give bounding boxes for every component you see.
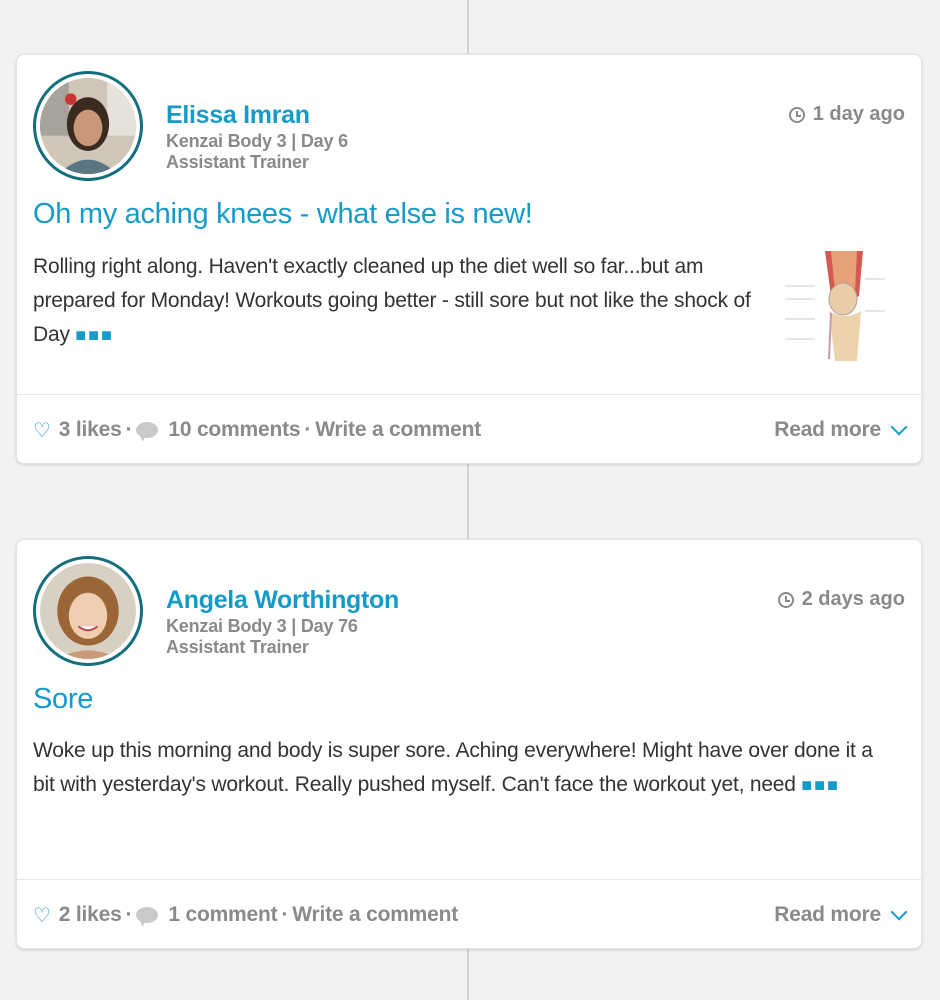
separator: ·: [125, 418, 133, 441]
chevron-down-icon: [890, 418, 908, 436]
author-role: Assistant Trainer: [166, 152, 309, 172]
post-title[interactable]: Oh my aching knees - what else is new!: [33, 198, 533, 231]
author-role: Assistant Trainer: [166, 637, 309, 657]
comment-bubble-icon: [136, 422, 159, 438]
post-time: 2 days ago: [801, 588, 905, 610]
excerpt-text: Rolling right along. Haven't exactly cle…: [33, 255, 751, 346]
more-indicator[interactable]: ■■■: [801, 775, 840, 795]
read-more-button[interactable]: Read more: [774, 903, 908, 927]
timeline-line-middle: [467, 463, 469, 539]
author-block: Elissa Imran Kenzai Body 3 | Day 6 Assis…: [166, 99, 348, 173]
clock-icon: [788, 106, 805, 123]
post-footer: ♡ 2 likes · 1 comment · Write a comment …: [33, 880, 908, 950]
post-excerpt: Rolling right along. Haven't exactly cle…: [33, 250, 768, 352]
post-card: Elissa Imran Kenzai Body 3 | Day 6 Assis…: [16, 54, 922, 464]
read-more-button[interactable]: Read more: [774, 418, 908, 442]
author-name[interactable]: Elissa Imran: [166, 99, 348, 131]
excerpt-text: Woke up this morning and body is super s…: [33, 739, 873, 796]
more-indicator[interactable]: ■■■: [75, 325, 114, 345]
author-block: Angela Worthington Kenzai Body 3 | Day 7…: [166, 584, 399, 658]
comment-count[interactable]: 1 comment: [168, 903, 277, 927]
post-timestamp: 1 day ago: [788, 103, 905, 126]
comment-bubble-icon: [136, 907, 159, 923]
post-excerpt: Woke up this morning and body is super s…: [33, 734, 893, 802]
knee-anatomy-image[interactable]: [785, 251, 905, 371]
post-footer: ♡ 3 likes · 10 comments · Write a commen…: [33, 395, 908, 465]
read-more-label: Read more: [774, 418, 881, 441]
clock-icon: [777, 591, 794, 608]
post-card: Angela Worthington Kenzai Body 3 | Day 7…: [16, 539, 922, 949]
author-program: Kenzai Body 3 | Day 6: [166, 131, 348, 151]
comment-count[interactable]: 10 comments: [168, 418, 300, 442]
timeline-line-bottom: [467, 948, 469, 1000]
author-program: Kenzai Body 3 | Day 76: [166, 616, 358, 636]
like-count[interactable]: 2 likes: [59, 903, 122, 927]
heart-icon[interactable]: ♡: [33, 903, 51, 928]
post-time: 1 day ago: [812, 103, 905, 125]
heart-icon[interactable]: ♡: [33, 418, 51, 443]
avatar-photo: [40, 78, 136, 174]
separator: ·: [125, 903, 133, 926]
write-comment-link[interactable]: Write a comment: [292, 903, 458, 927]
separator: ·: [304, 418, 312, 441]
avatar-photo: [40, 563, 136, 659]
post-title[interactable]: Sore: [33, 683, 93, 716]
separator: ·: [281, 903, 289, 926]
timeline-line-top: [467, 0, 469, 54]
avatar[interactable]: [33, 71, 143, 181]
post-timestamp: 2 days ago: [777, 588, 905, 611]
like-count[interactable]: 3 likes: [59, 418, 122, 442]
avatar[interactable]: [33, 556, 143, 666]
author-name[interactable]: Angela Worthington: [166, 584, 399, 616]
chevron-down-icon: [890, 903, 908, 921]
write-comment-link[interactable]: Write a comment: [315, 418, 481, 442]
read-more-label: Read more: [774, 903, 881, 926]
